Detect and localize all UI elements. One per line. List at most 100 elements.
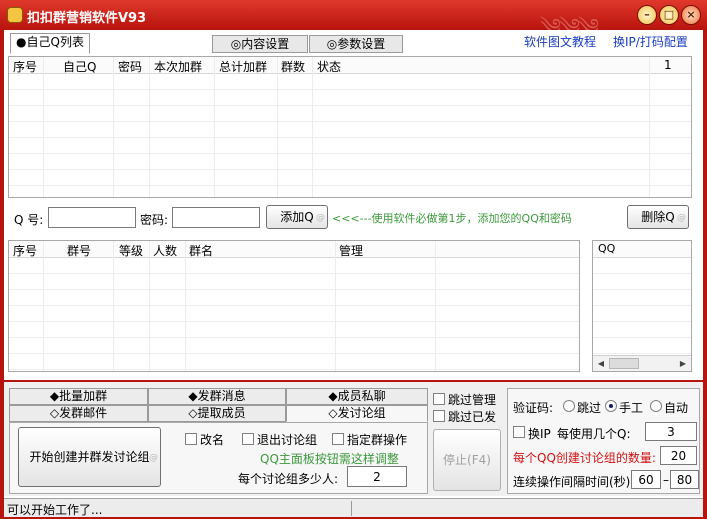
delete-q-button[interactable]: 删除Q @ (627, 205, 689, 229)
button-curl-icon: @ (316, 213, 325, 223)
qq-table-rows (593, 258, 691, 355)
scroll-thumb[interactable] (609, 358, 639, 369)
button-curl-icon: @ (677, 213, 686, 223)
rename-checkbox[interactable] (185, 433, 197, 445)
minimize-button[interactable]: – (637, 5, 657, 25)
specify-group-checkbox[interactable] (332, 433, 344, 445)
tab-own-q-list[interactable]: ●自己Q列表 (10, 33, 90, 54)
col-index: 序号 (13, 60, 38, 74)
rename-label: 改名 (200, 433, 225, 447)
captcha-skip-label: 跳过 (577, 401, 602, 415)
scroll-left-icon[interactable]: ◀ (594, 357, 608, 370)
q-count-value: 1 (664, 58, 672, 72)
quit-discussion-checkbox[interactable] (242, 433, 254, 445)
specify-group-label: 指定群操作 (347, 433, 408, 447)
interval-dash: – (663, 473, 669, 487)
create-count-input[interactable] (660, 446, 697, 465)
col-members: 人数 (153, 244, 178, 258)
start-discussion-button[interactable]: 开始创建并群发讨论组 @ (18, 427, 161, 487)
maximize-button[interactable]: □ (659, 5, 679, 25)
col-total-added: 总计加群 (219, 60, 268, 74)
col-divider (277, 57, 278, 197)
interval-min-input[interactable] (631, 470, 661, 489)
captcha-manual-radio[interactable] (605, 400, 617, 412)
col-this-added: 本次加群 (154, 60, 203, 74)
button-curl-icon: @ (149, 453, 158, 463)
q-number-input[interactable] (48, 207, 136, 228)
close-button[interactable]: × (681, 5, 701, 25)
tab-group-message[interactable]: ◆发群消息 (148, 388, 286, 405)
col-group-name: 群名 (189, 244, 214, 258)
discussion-hint: QQ主面板按钮需这样调整 (260, 452, 399, 466)
discussion-group-panel: 开始创建并群发讨论组 @ 改名 退出讨论组 指定群操作 QQ主面板按钮需这样调整… (9, 422, 428, 494)
group-table-rows (9, 258, 579, 371)
group-table[interactable]: 序号 群号 等级 人数 群名 管理 (8, 240, 580, 372)
tab-content-settings[interactable]: ◎内容设置 (212, 35, 308, 53)
qq-table[interactable]: QQ ◀ ▶ (592, 240, 692, 372)
captcha-manual-label: 手工 (619, 401, 644, 415)
qq-horizontal-scrollbar[interactable]: ◀ ▶ (593, 355, 691, 371)
stop-button[interactable]: 停止(F4) (433, 429, 501, 491)
title-bar[interactable]: 扣扣群营销软件V93 ༄༄༄ – □ × (0, 0, 707, 40)
captcha-skip-radio[interactable] (563, 400, 575, 412)
skip-admin-label: 跳过管理 (448, 393, 497, 407)
tab-discussion-group[interactable]: ◇发讨论组 (286, 405, 428, 422)
tab-group-mail[interactable]: ◇发群邮件 (9, 405, 148, 422)
col-divider (113, 241, 114, 371)
add-q-button-label: 添加Q (280, 210, 314, 224)
use-count-label: 每使用几个Q: (557, 427, 631, 441)
add-q-button[interactable]: 添加Q @ (266, 205, 328, 229)
group-table-header: 序号 群号 等级 人数 群名 管理 (9, 241, 579, 258)
col-status: 状态 (317, 60, 342, 74)
col-group-count: 群数 (281, 60, 306, 74)
col-divider (149, 241, 150, 371)
captcha-auto-label: 自动 (664, 401, 689, 415)
col-password: 密码 (118, 60, 143, 74)
col-group-number: 群号 (67, 244, 92, 258)
skip-admin-checkbox[interactable] (433, 393, 445, 405)
start-discussion-label: 开始创建并群发讨论组 (29, 450, 150, 464)
skip-sent-checkbox[interactable] (433, 410, 445, 422)
own-q-table[interactable]: 序号 自己Q 密码 本次加群 总计加群 群数 状态 1 (8, 56, 692, 198)
tab-param-settings[interactable]: ◎参数设置 (309, 35, 403, 53)
col-divider (113, 57, 114, 197)
create-count-label: 每个QQ创建讨论组的数量: (513, 451, 656, 465)
tab-extract-members[interactable]: ◇提取成员 (148, 405, 286, 422)
col-divider (149, 57, 150, 197)
password-label: 密码: (140, 213, 169, 227)
captcha-label: 验证码: (513, 401, 554, 415)
quit-discussion-label: 退出讨论组 (257, 433, 318, 447)
captcha-auto-radio[interactable] (650, 400, 662, 412)
tab-member-chat[interactable]: ◆成员私聊 (286, 388, 428, 405)
per-group-label: 每个讨论组多少人: (238, 472, 339, 486)
col-divider (312, 57, 313, 197)
change-ip-checkbox[interactable] (513, 426, 525, 438)
add-q-hint: <<<---使用软件必做第1步，添加您的QQ和密码 (332, 212, 572, 225)
q-number-label: Q 号: (14, 213, 44, 227)
status-divider (351, 501, 352, 516)
interval-max-input[interactable] (670, 470, 699, 489)
interval-label: 连续操作间隔时间(秒) (513, 475, 631, 489)
status-text: 可以开始工作了... (7, 503, 103, 517)
col-divider (43, 241, 44, 371)
ip-config-link[interactable]: 换IP/打码配置 (613, 33, 688, 50)
scroll-right-icon[interactable]: ▶ (676, 357, 690, 370)
col-qq: QQ (598, 242, 616, 255)
tutorial-link[interactable]: 软件图文教程 (524, 33, 596, 50)
status-bar: 可以开始工作了... (4, 498, 703, 517)
tab-batch-join[interactable]: ◆批量加群 (9, 388, 148, 405)
per-group-input[interactable] (347, 466, 407, 487)
qq-table-header: QQ (593, 241, 691, 258)
col-divider (185, 241, 186, 371)
skip-sent-label: 跳过已发 (448, 410, 497, 424)
change-ip-label: 换IP (528, 427, 551, 441)
password-input[interactable] (172, 207, 260, 228)
col-own-q: 自己Q (63, 60, 97, 74)
col-admin: 管理 (339, 244, 364, 258)
col-divider (43, 57, 44, 197)
use-count-input[interactable] (645, 422, 697, 441)
function-panel: ◆批量加群 ◆发群消息 ◆成员私聊 ◇发群邮件 ◇提取成员 ◇发讨论组 跳过管理… (4, 380, 703, 496)
col-level: 等级 (119, 244, 144, 258)
col-divider (214, 57, 215, 197)
delete-q-button-label: 删除Q (641, 210, 675, 224)
